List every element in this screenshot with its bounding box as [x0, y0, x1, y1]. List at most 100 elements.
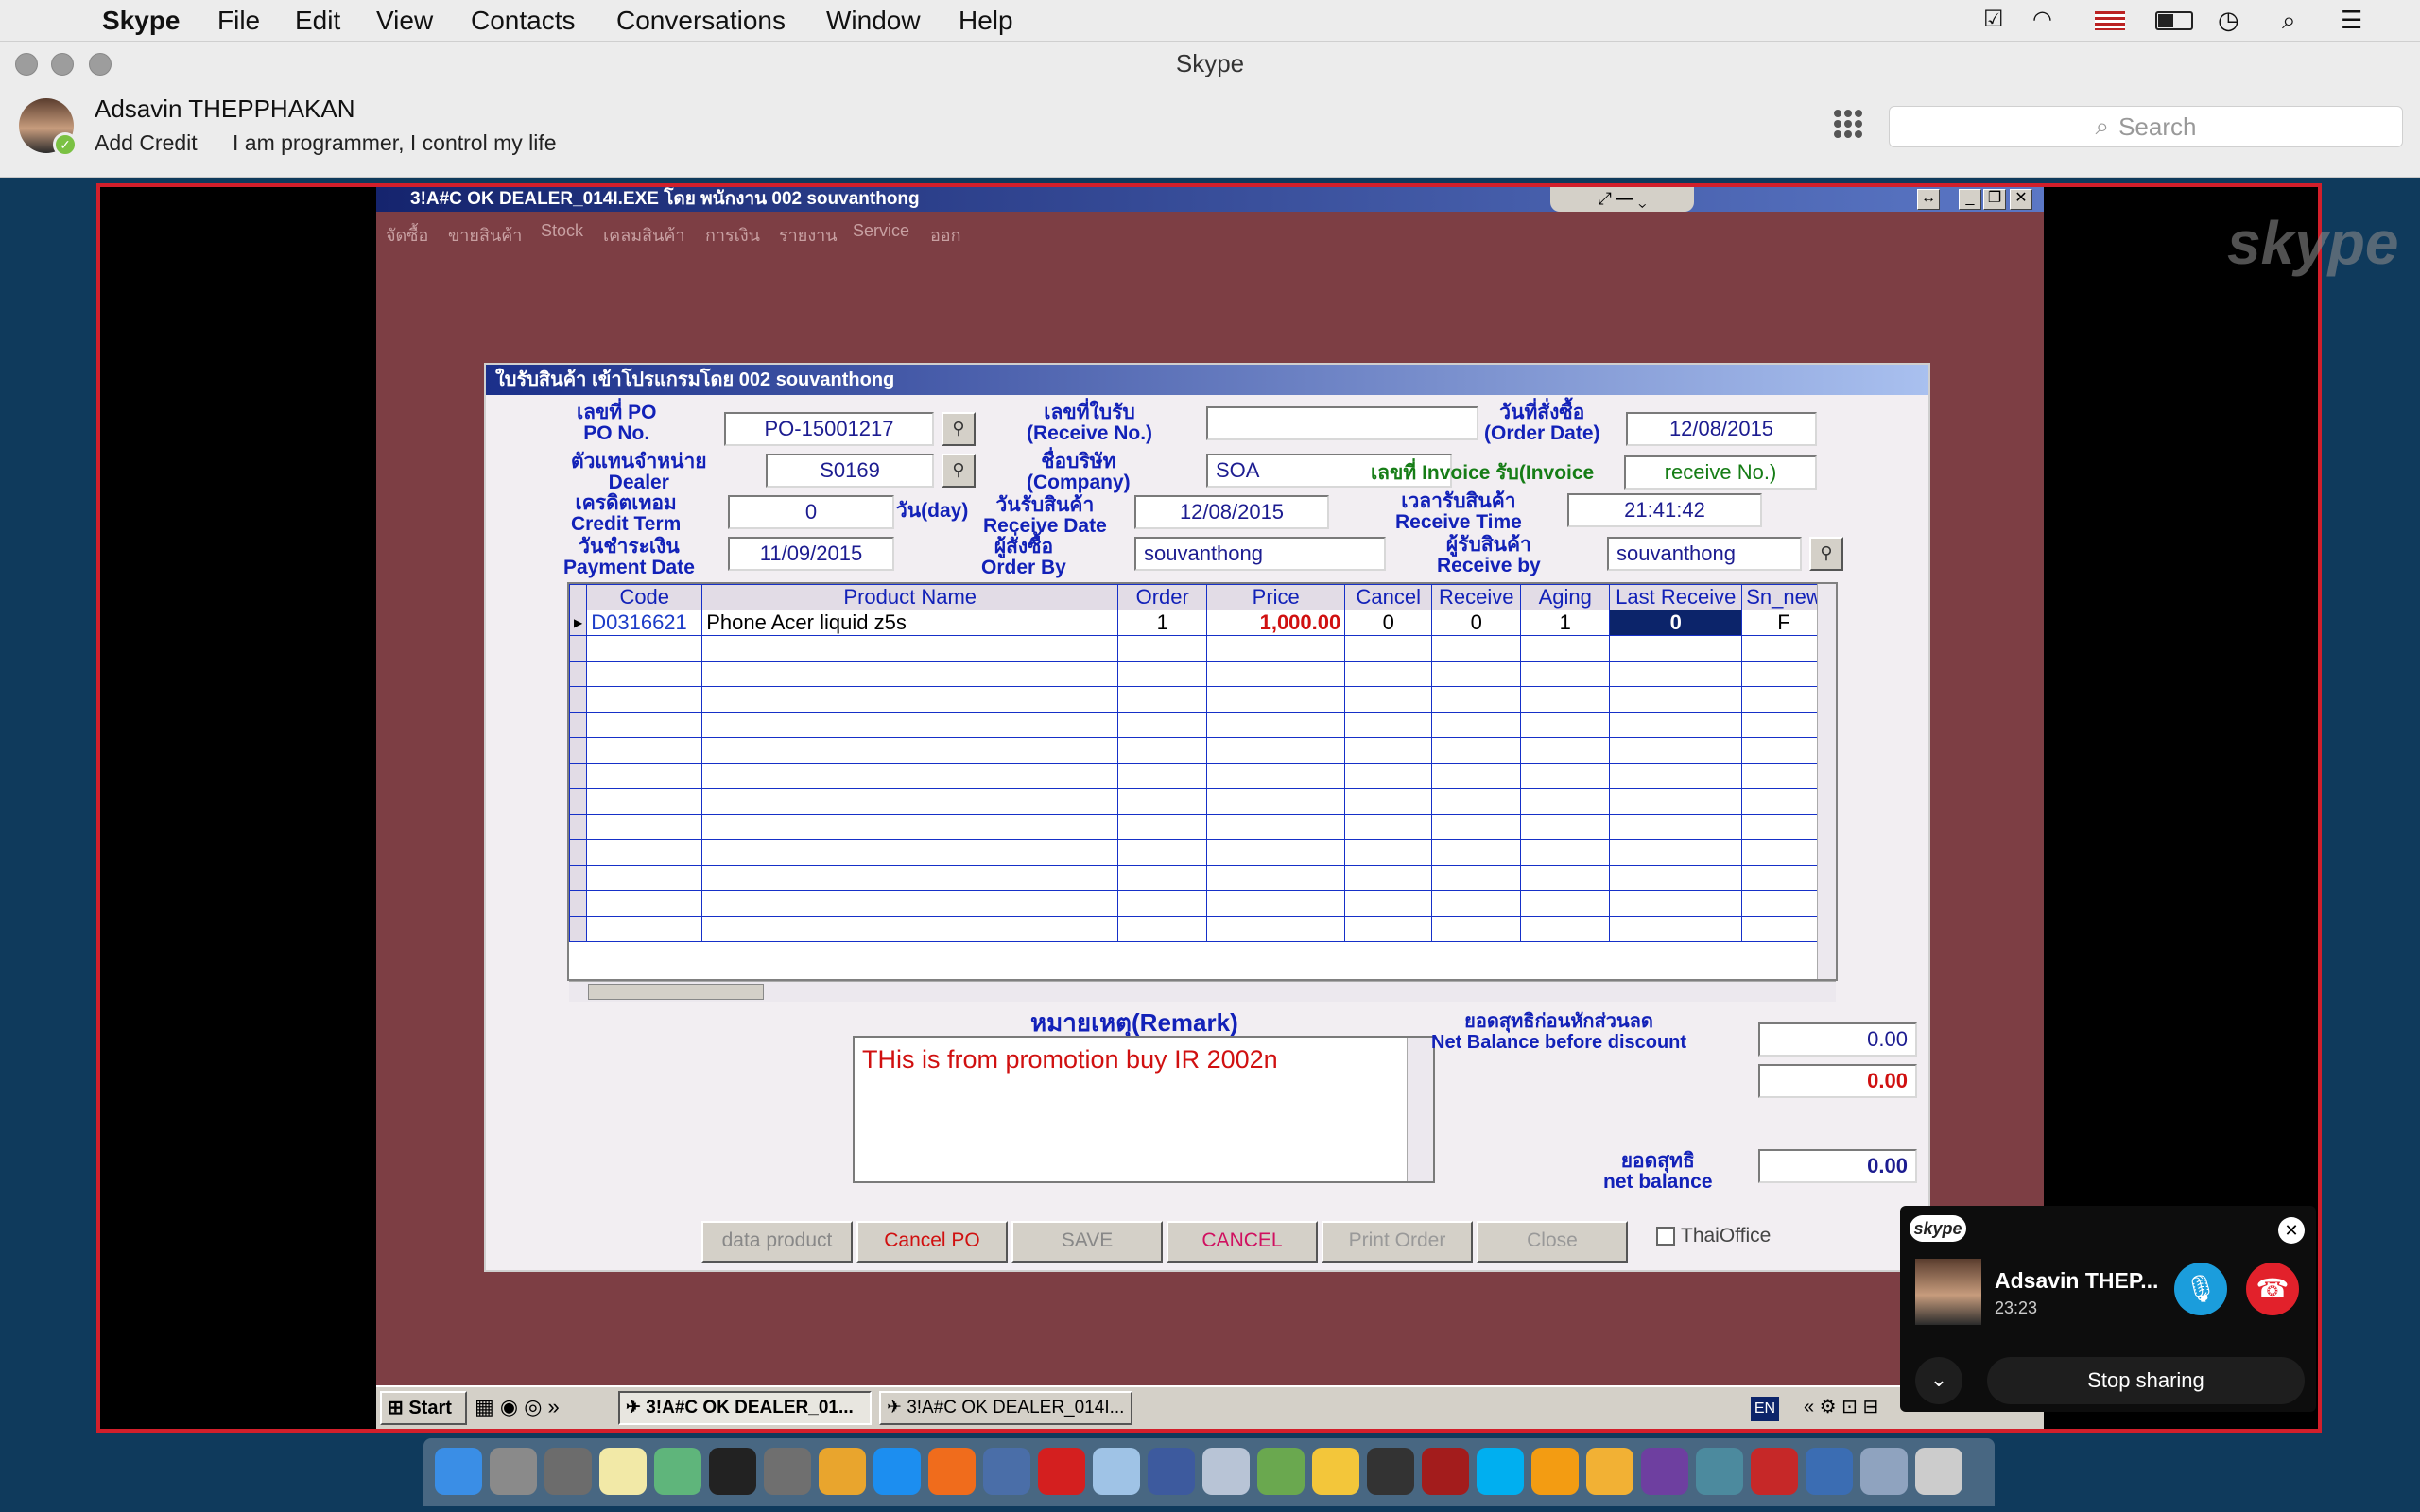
empty-cell[interactable] [569, 916, 588, 942]
empty-cell[interactable] [1431, 686, 1522, 713]
menu-window[interactable]: Window [826, 6, 921, 36]
empty-cell[interactable] [701, 839, 1119, 866]
database-icon[interactable] [1202, 1448, 1250, 1495]
remote-toolbar-tab[interactable]: ⤢ ━ ⌄ [1550, 187, 1694, 212]
empty-cell[interactable] [1206, 865, 1346, 891]
empty-cell[interactable] [701, 763, 1119, 789]
close-button[interactable]: Close [1477, 1221, 1628, 1263]
menu-contacts[interactable]: Contacts [471, 6, 576, 36]
empty-cell[interactable] [1206, 661, 1346, 687]
empty-table-row[interactable] [569, 763, 1826, 789]
empty-cell[interactable] [569, 686, 588, 713]
remote-menu-service[interactable]: Service [853, 221, 909, 241]
empty-cell[interactable] [1431, 788, 1522, 815]
table-row[interactable]: ▶ D0316621 Phone Acer liquid z5s 1 1,000… [569, 610, 1826, 636]
wifi-tool-icon[interactable] [1696, 1448, 1743, 1495]
vlc-icon[interactable] [1531, 1448, 1579, 1495]
firefox-icon[interactable] [928, 1448, 976, 1495]
cell-order[interactable]: 1 [1117, 610, 1208, 636]
empty-cell[interactable] [569, 763, 588, 789]
empty-cell[interactable] [1741, 737, 1826, 764]
finder-icon[interactable] [435, 1448, 482, 1495]
taskbar-item-active[interactable]: ✈ 3!A#C OK DEALER_01... [618, 1391, 872, 1425]
preview-icon[interactable] [1860, 1448, 1908, 1495]
empty-cell[interactable] [1431, 635, 1522, 662]
empty-cell[interactable] [1431, 737, 1522, 764]
empty-cell[interactable] [1520, 635, 1611, 662]
horizontal-scrollbar[interactable] [569, 981, 1836, 1002]
empty-cell[interactable] [1344, 635, 1433, 662]
empty-cell[interactable] [1431, 763, 1522, 789]
empty-table-row[interactable] [569, 686, 1826, 713]
empty-cell[interactable] [701, 788, 1119, 815]
empty-cell[interactable] [1344, 686, 1433, 713]
empty-cell[interactable] [1117, 712, 1208, 738]
empty-cell[interactable] [1117, 890, 1208, 917]
product-grid[interactable]: Code Product Name Order Price Cancel Rec… [567, 582, 1838, 981]
column-header[interactable]: Sn_new [1741, 584, 1826, 610]
remote-menu-sales[interactable]: ขายสินค้า [448, 221, 522, 249]
launchpad-icon[interactable] [490, 1448, 537, 1495]
empty-cell[interactable] [1520, 737, 1611, 764]
empty-cell[interactable] [701, 865, 1119, 891]
notes-icon[interactable] [599, 1448, 647, 1495]
cell-receive[interactable]: 0 [1431, 610, 1522, 636]
taskbar-item[interactable]: ✈ 3!A#C OK DEALER_014I... [879, 1391, 1132, 1425]
remark-scrollbar[interactable] [1407, 1038, 1433, 1181]
remote-menu-finance[interactable]: การเงิน [705, 221, 760, 249]
quick-launch-icons[interactable]: ▦ ◉ ◎ » [475, 1395, 560, 1419]
receive-no-field[interactable] [1206, 406, 1478, 440]
empty-cell[interactable] [1117, 686, 1208, 713]
column-header[interactable]: Order [1117, 584, 1208, 610]
cell-price[interactable]: 1,000.00 [1206, 610, 1346, 636]
empty-cell[interactable] [586, 916, 703, 942]
empty-cell[interactable] [1117, 814, 1208, 840]
opera-icon[interactable] [1038, 1448, 1085, 1495]
sequel-pro-icon[interactable] [764, 1448, 811, 1495]
empty-cell[interactable] [1741, 865, 1826, 891]
empty-cell[interactable] [1520, 890, 1611, 917]
empty-cell[interactable] [569, 635, 588, 662]
empty-cell[interactable] [1431, 814, 1522, 840]
empty-cell[interactable] [1609, 712, 1743, 738]
empty-cell[interactable] [1206, 788, 1346, 815]
empty-cell[interactable] [1609, 788, 1743, 815]
empty-cell[interactable] [1206, 737, 1346, 764]
empty-cell[interactable] [1741, 839, 1826, 866]
remote-minimize-button[interactable]: _ [1959, 189, 1981, 210]
empty-cell[interactable] [586, 839, 703, 866]
skype-icon[interactable] [1477, 1448, 1524, 1495]
empty-cell[interactable] [1520, 661, 1611, 687]
empty-cell[interactable] [701, 814, 1119, 840]
us-flag-icon[interactable] [2095, 11, 2125, 30]
empty-cell[interactable] [1117, 763, 1208, 789]
empty-cell[interactable] [1117, 737, 1208, 764]
empty-cell[interactable] [569, 839, 588, 866]
empty-cell[interactable] [1431, 890, 1522, 917]
github-icon[interactable] [1641, 1448, 1688, 1495]
status-check-icon[interactable]: ☑ [1983, 6, 2004, 33]
net-balance-field[interactable]: 0.00 [1758, 1149, 1917, 1183]
remote-menu-stock[interactable]: Stock [541, 221, 583, 241]
empty-cell[interactable] [586, 712, 703, 738]
close-icon[interactable]: ✕ [2278, 1217, 2305, 1244]
cancel-po-button[interactable]: Cancel PO [856, 1221, 1008, 1263]
empty-cell[interactable] [1344, 788, 1433, 815]
empty-cell[interactable] [701, 661, 1119, 687]
empty-cell[interactable] [569, 737, 588, 764]
empty-cell[interactable] [1609, 737, 1743, 764]
save-button[interactable]: SAVE [1011, 1221, 1163, 1263]
empty-cell[interactable] [1741, 635, 1826, 662]
android-studio-icon[interactable] [1257, 1448, 1305, 1495]
remote-close-button[interactable]: ✕ [2010, 189, 2032, 210]
empty-cell[interactable] [1206, 916, 1346, 942]
start-button[interactable]: ⊞ Start [380, 1391, 467, 1425]
empty-cell[interactable] [586, 890, 703, 917]
column-header[interactable]: Price [1206, 584, 1346, 610]
ftp-icon[interactable] [1586, 1448, 1634, 1495]
hang-up-icon[interactable]: ☎ [2246, 1263, 2299, 1315]
empty-cell[interactable] [1741, 661, 1826, 687]
empty-cell[interactable] [1344, 737, 1433, 764]
empty-cell[interactable] [1206, 839, 1346, 866]
column-header[interactable]: Aging [1520, 584, 1611, 610]
